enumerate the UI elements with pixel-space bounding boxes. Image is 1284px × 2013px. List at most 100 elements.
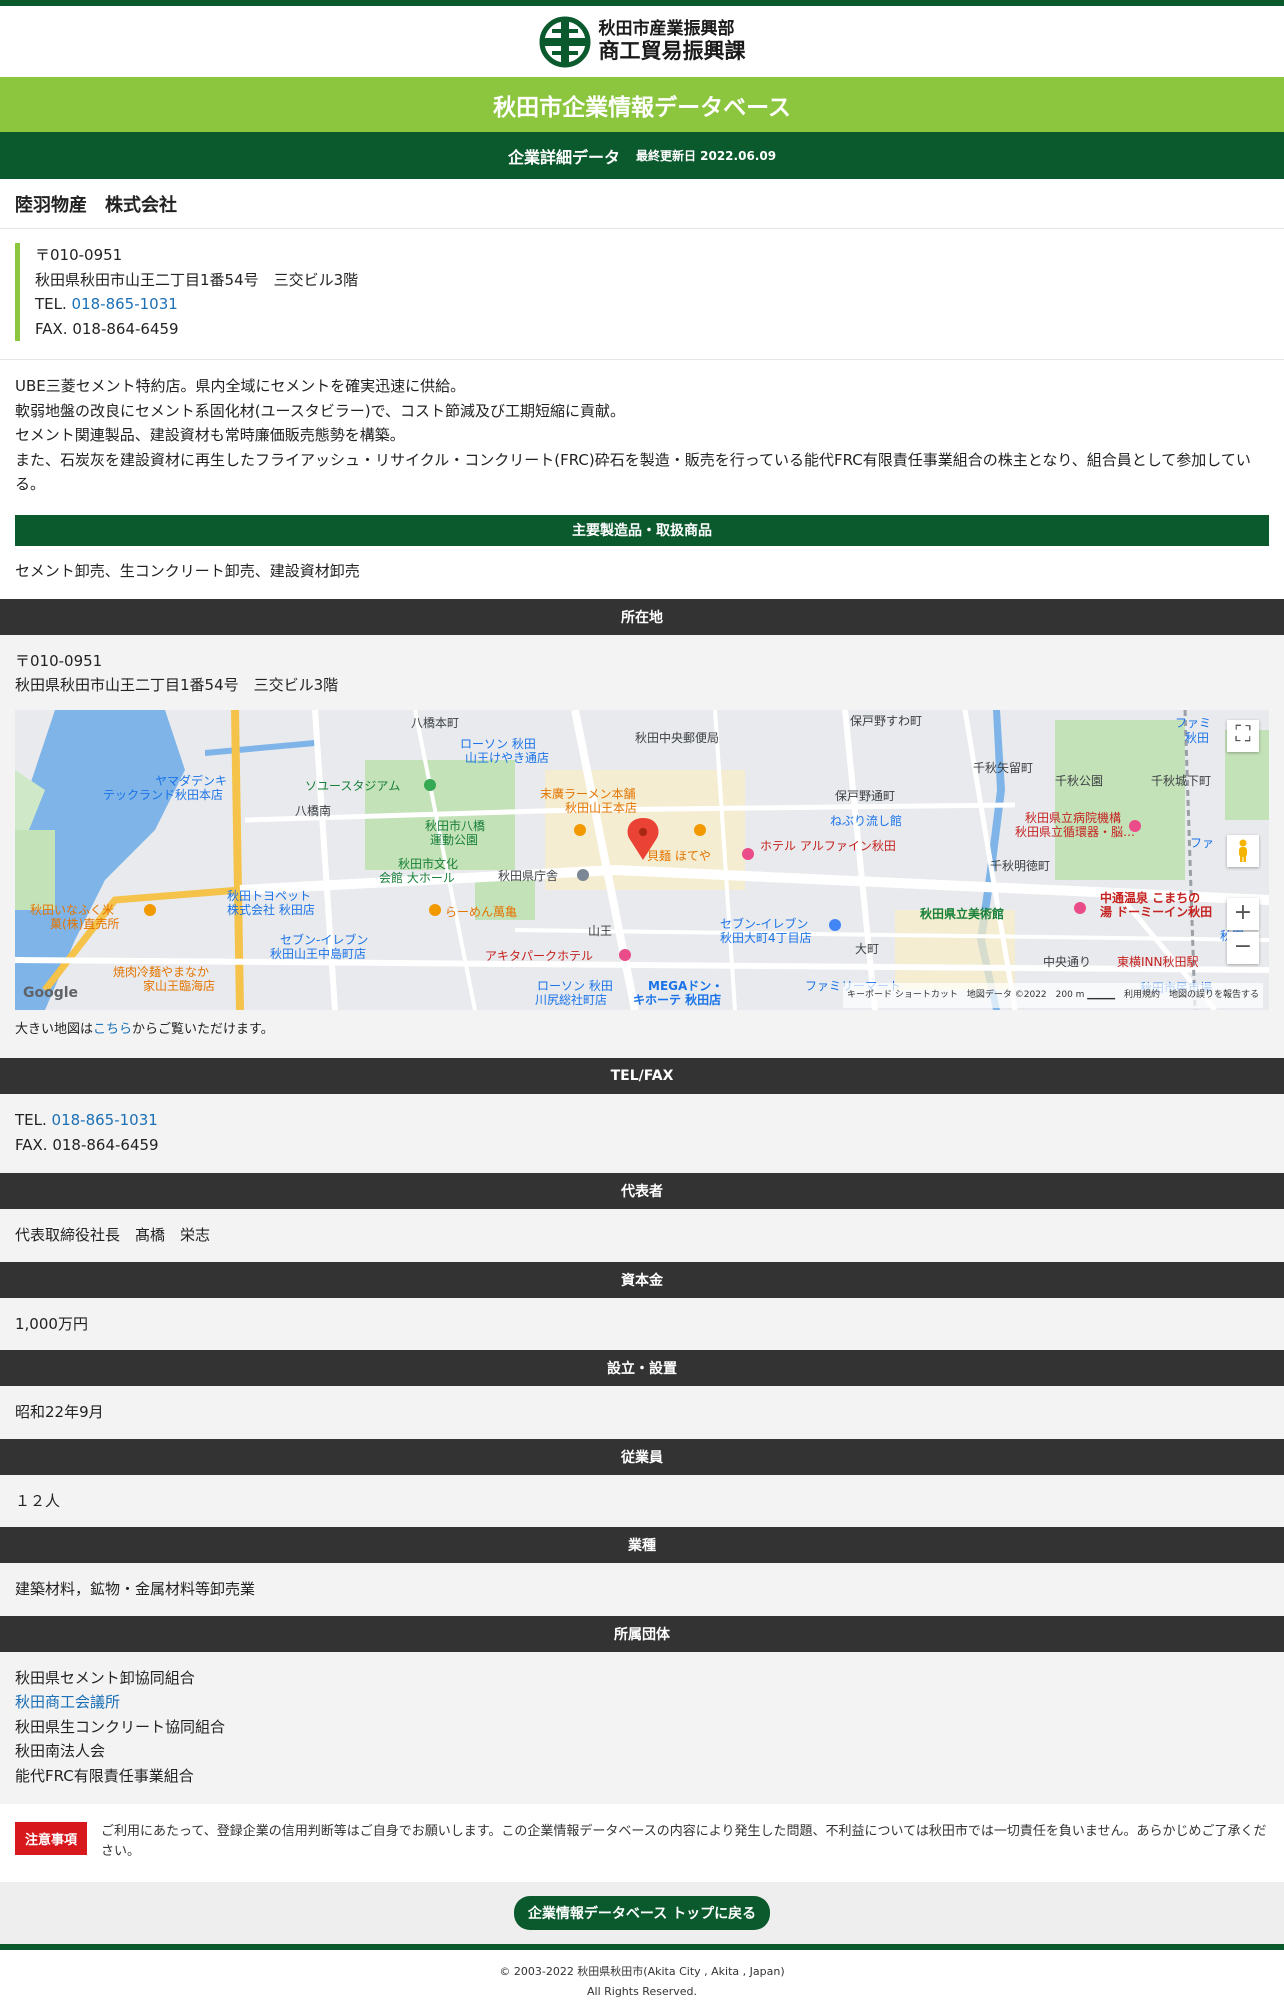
tel-link[interactable]: 018-865-1031	[72, 295, 178, 313]
map-label: ねぶり流し館	[830, 813, 902, 828]
map-label: 千秋城下町	[1151, 774, 1211, 788]
groups-section: 秋田県セメント卸協同組合 秋田商工会議所 秋田県生コンクリート協同組合 秋田南法…	[0, 1651, 1284, 1804]
google-map[interactable]: 八橋本町 ローソン 秋田 山王けやき通店 秋田中央郵便局 保戸野すわ町 ヤマダデ…	[15, 709, 1269, 1010]
map-label: 中通温泉 こまちの	[1100, 890, 1200, 905]
notice-section: 注意事項 ご利用にあたって、登録企業の信用判断等はご自身でお願いします。この企業…	[0, 1804, 1284, 1882]
map-label: 保戸野通町	[835, 789, 895, 803]
established-heading: 設立・設置	[0, 1350, 1284, 1386]
map-label: 秋田県立美術館	[920, 906, 1004, 921]
group-item: 能代FRC有限責任事業組合	[15, 1766, 194, 1785]
map-label: 焼肉冷麺やまなか	[113, 965, 209, 979]
map-label: 千秋矢留町	[973, 761, 1033, 775]
contact-box: 〒010-0951 秋田県秋田市山王二丁目1番54号 三交ビル3階 TEL. 0…	[15, 243, 1269, 341]
detail-title: 企業詳細データ	[507, 147, 620, 167]
telfax-tel-prefix: TEL.	[15, 1111, 52, 1129]
map-label: 末廣ラーメン本舗	[540, 787, 636, 801]
map-label: らーめん萬亀	[445, 905, 517, 919]
zip-code: 〒010-0951	[35, 246, 123, 264]
telfax-section: TEL. 018-865-1031 FAX. 018-864-6459	[0, 1094, 1284, 1173]
tel-line: TEL. 018-865-1031	[35, 292, 1269, 317]
zoom-out-button[interactable]: −	[1227, 931, 1259, 964]
map-label: セブン-イレブン	[280, 932, 368, 947]
map-label: 八橋南	[295, 803, 331, 818]
capital-value: 1,000万円	[0, 1297, 1284, 1350]
groups-heading: 所属団体	[0, 1615, 1284, 1652]
fullscreen-icon[interactable]: ⛶	[1227, 719, 1259, 752]
map-label: ローソン 秋田	[460, 737, 536, 751]
map-label: 秋田大町4丁目店	[720, 931, 812, 945]
notice-badge: 注意事項	[15, 1822, 88, 1855]
detail-subheader: 企業詳細データ 最終更新日 2022.06.09	[0, 132, 1284, 179]
map-label: 秋田県立病院機構	[1025, 810, 1121, 825]
map-note-prefix: 大きい地図は	[15, 1021, 94, 1037]
description-line: セメント関連製品、建設資材も常時廉価販売態勢を構築。	[15, 426, 405, 444]
location-heading: 所在地	[0, 598, 1284, 635]
site-footer: © 2003-2022 秋田県秋田市(Akita City , Akita , …	[0, 1944, 1284, 2002]
map-label: キホーテ 秋田店	[633, 992, 721, 1007]
copyright: © 2003-2022 秋田県秋田市(Akita City , Akita , …	[499, 1965, 785, 1978]
map-label: 運動公園	[430, 833, 478, 847]
map-label: 秋田市八橋	[425, 818, 485, 833]
back-to-top-button[interactable]: 企業情報データベース トップに戻る	[513, 1896, 771, 1930]
map-label: 大町	[855, 942, 879, 956]
group-link-chamber[interactable]: 秋田商工会議所	[15, 1693, 120, 1711]
industry-value: 建築材料，鉱物・金属材料等卸売業	[0, 1563, 1284, 1616]
employees-value: １２人	[0, 1474, 1284, 1527]
description-line: また、石炭灰を建設資材に再生したフライアッシュ・リサイクル・コンクリート(FRC…	[15, 450, 1251, 494]
map-label: 中央通り	[1043, 954, 1091, 969]
representative-heading: 代表者	[0, 1173, 1284, 1209]
map-label: ファ	[1190, 836, 1214, 850]
map-note-suffix: からご覧いただけます。	[132, 1021, 274, 1037]
back-area: 企業情報データベース トップに戻る	[0, 1882, 1284, 1944]
section-label: 商工貿易振興課	[598, 39, 746, 64]
large-map-link[interactable]: こちら	[93, 1022, 132, 1037]
company-description: UBE三菱セメント特約店。県内全域にセメントを確実迅速に供給。 軟弱地盤の改良に…	[0, 360, 1284, 507]
telfax-heading: TEL/FAX	[0, 1058, 1284, 1094]
company-contact: 〒010-0951 秋田県秋田市山王二丁目1番54号 三交ビル3階 TEL. 0…	[0, 229, 1284, 360]
map-label: ファミ	[1175, 716, 1211, 730]
telfax-tel-link[interactable]: 018-865-1031	[52, 1111, 158, 1129]
database-banner[interactable]: 秋田市企業情報データベース	[0, 77, 1284, 132]
map-label: アキタパークホテル	[485, 949, 593, 963]
map-canvas[interactable]: 八橋本町 ローソン 秋田 山王けやき通店 秋田中央郵便局 保戸野すわ町 ヤマダデ…	[15, 709, 1269, 1010]
established-value: 昭和22年9月	[0, 1386, 1284, 1439]
products-heading: 主要製造品・取扱商品	[15, 514, 1269, 546]
zoom-in-button[interactable]: +	[1227, 897, 1259, 930]
map-label: 秋田市文化	[398, 856, 458, 871]
map-label: 秋田県庁舎	[498, 869, 558, 883]
industry-heading: 業種	[0, 1527, 1284, 1563]
map-label: 株式会社 秋田店	[227, 902, 315, 917]
rights: All Rights Reserved.	[586, 1985, 698, 1998]
last-updated: 最終更新日 2022.06.09	[635, 149, 777, 163]
map-label: ホテル アルファイン秋田	[760, 839, 896, 853]
map-attribution[interactable]: キーボード ショートカット 地図データ ©2022 200 m ▁▁▁▁ 利用規…	[843, 983, 1263, 1008]
google-logo[interactable]: Google	[23, 981, 78, 1006]
description-line: 軟弱地盤の改良にセメント系固化材(ユースタビラー)で、コスト節減及び工期短縮に貢…	[15, 401, 626, 420]
map-label: 山王けやき通店	[465, 751, 549, 765]
map-label: 川尻総社町店	[535, 992, 607, 1007]
map-label: MEGAドン・	[648, 979, 723, 993]
map-label: ローソン 秋田	[537, 979, 613, 993]
group-item: 秋田商工会議所	[15, 1690, 1269, 1715]
department-name: 秋田市産業振興部 商工貿易振興課	[599, 19, 746, 65]
capital-heading: 資本金	[0, 1261, 1284, 1298]
map-label: 山王	[588, 924, 612, 938]
employees-heading: 従業員	[0, 1438, 1284, 1475]
map-label: 貝麺 ほてや	[647, 849, 711, 863]
map-label: 秋田県立循環器・脳…	[1015, 824, 1135, 839]
group-item: 秋田県生コンクリート協同組合	[15, 1717, 226, 1736]
map-label: 秋田いなふく米	[30, 903, 114, 917]
telfax-tel-line: TEL. 018-865-1031	[15, 1108, 1269, 1133]
map-label: 家山王臨海店	[143, 978, 215, 993]
map-label: 秋田山王中島町店	[270, 946, 366, 961]
map-label: 秋田中央郵便局	[635, 730, 719, 745]
map-label: 千秋公園	[1055, 774, 1103, 788]
akita-city-emblem-icon	[539, 16, 590, 67]
map-label: 秋田山王本店	[565, 801, 637, 815]
street-view-pegman-icon[interactable]	[1227, 834, 1259, 867]
pegman-icon	[1239, 839, 1247, 862]
address: 秋田県秋田市山王二丁目1番54号 三交ビル3階	[35, 270, 359, 289]
map-label: 秋田トヨペット	[227, 889, 311, 903]
representative-value: 代表取締役社長 髙橋 栄志	[0, 1209, 1284, 1262]
map-label: 千秋明徳町	[990, 858, 1050, 873]
